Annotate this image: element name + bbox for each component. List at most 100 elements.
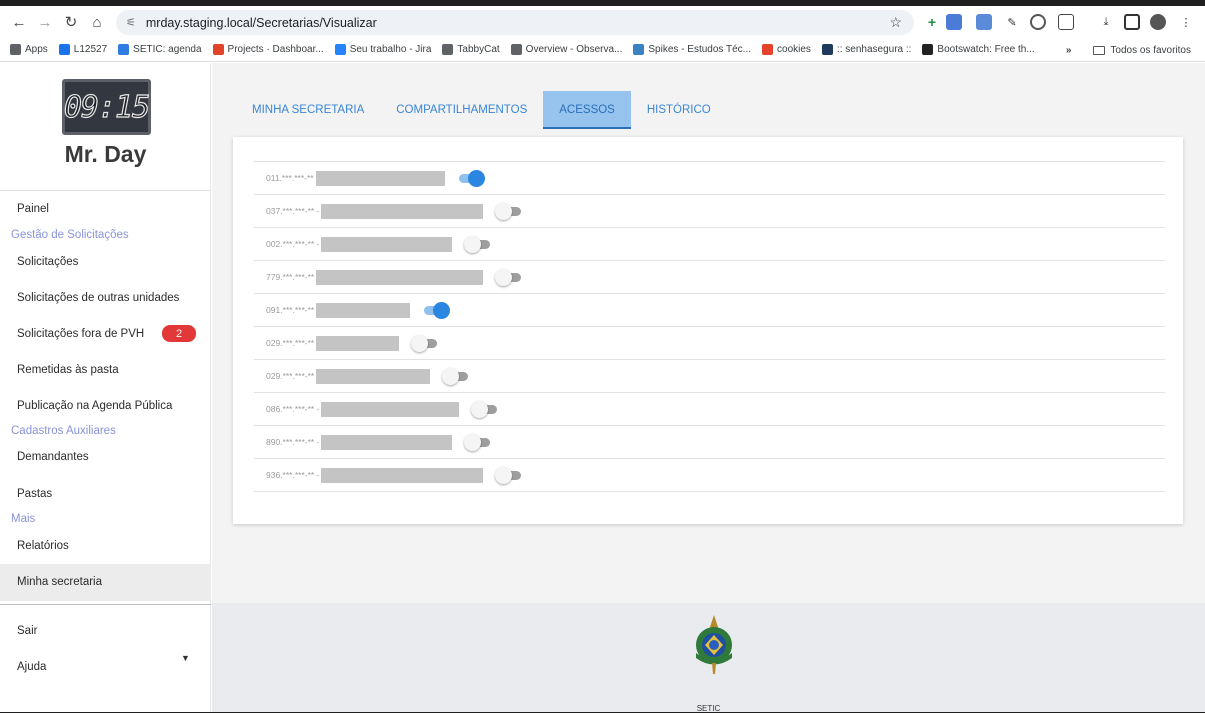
- redacted-name: [316, 335, 400, 351]
- bookmark-item[interactable]: Projects · Dashboar...: [212, 44, 324, 55]
- access-row: 011.***.***-**: [254, 162, 1165, 195]
- redacted-name: [316, 368, 431, 384]
- redacted-name: [321, 236, 453, 252]
- access-row: 029.***.***-**: [254, 327, 1165, 360]
- docs-extension-icon[interactable]: [976, 14, 992, 30]
- chevron-down-icon[interactable]: ▼: [181, 653, 190, 663]
- folder-icon: [1093, 46, 1106, 55]
- bookmark-item[interactable]: :: senhasegura ::: [821, 44, 912, 55]
- shield-extension-icon[interactable]: [1030, 14, 1046, 30]
- toggle-knob: [411, 334, 429, 352]
- access-toggle-switch[interactable]: [411, 334, 439, 352]
- access-card: 011.***.***-** 037.***.***-** - 002.***.**…: [233, 137, 1183, 524]
- main-content: MINHA SECRETARIA COMPARTILHAMENTOS ACESSOS…: [212, 63, 1205, 603]
- download-icon[interactable]: ⤓: [1098, 14, 1114, 30]
- tab-hist-rico[interactable]: HISTÓRICO: [631, 91, 727, 129]
- access-toggle-switch[interactable]: [495, 268, 523, 286]
- access-toggle-switch[interactable]: [457, 169, 485, 187]
- sidebar-item-solicitacoes-outras[interactable]: Solicitações de outras unidades: [17, 292, 179, 304]
- back-icon[interactable]: ←: [6, 9, 32, 35]
- sidebar-item-demandantes[interactable]: Demandantes: [17, 451, 89, 463]
- masked-cpf: 029.***.***-**: [266, 338, 315, 348]
- pen-extension-icon[interactable]: ✎: [1004, 14, 1020, 30]
- access-toggle-switch[interactable]: [442, 367, 470, 385]
- home-icon[interactable]: ⌂: [84, 9, 110, 35]
- site-info-icon[interactable]: ⚟: [126, 16, 136, 29]
- add-extension-icon[interactable]: +: [924, 14, 940, 30]
- masked-cpf: 890.***.***-** -: [266, 437, 320, 447]
- access-toggle-switch[interactable]: [464, 235, 492, 253]
- masked-cpf: 011.***.***-**: [266, 173, 314, 183]
- extensions-puzzle-icon[interactable]: [1058, 14, 1074, 30]
- access-row: 936.***.***-** -: [254, 459, 1165, 492]
- toggle-knob: [464, 235, 482, 253]
- translate-extension-icon[interactable]: [946, 14, 962, 30]
- forward-icon[interactable]: →: [32, 9, 58, 35]
- bookmarks-overflow-icon[interactable]: »: [1066, 45, 1072, 56]
- bookmark-favicon-icon: [633, 44, 645, 55]
- bookmarks-right: » Todos os favoritos: [1066, 45, 1191, 56]
- address-bar[interactable]: ⚟ mrday.staging.local/Secretarias/Visual…: [116, 10, 914, 35]
- bookmarks-bar: Apps L12527 SETIC: agenda Projects · Dashbo…: [0, 38, 1205, 62]
- bookmark-favicon-icon: [762, 44, 774, 55]
- url-text: mrday.staging.local/Secretarias/Visualiz…: [145, 15, 377, 30]
- all-bookmarks-link[interactable]: Todos os favoritos: [1110, 45, 1191, 56]
- reload-icon[interactable]: ↻: [58, 9, 84, 35]
- side-panel-icon[interactable]: [1124, 14, 1140, 30]
- bookmark-favicon-icon: [442, 44, 454, 55]
- sidebar-item-solicitacoes-fora[interactable]: Solicitações fora de PVH: [17, 328, 144, 340]
- access-row: 779.***.***-**: [254, 261, 1165, 294]
- redacted-name: [321, 203, 484, 219]
- bookmark-item[interactable]: Seu trabalho - Jira: [334, 44, 432, 55]
- bookmark-label: Bootswatch: Free th...: [937, 44, 1035, 55]
- bookmark-label: cookies: [777, 44, 811, 55]
- menu-kebab-icon[interactable]: ⋮: [1178, 14, 1194, 30]
- bookmark-item[interactable]: TabbyCat: [442, 44, 500, 55]
- access-toggle-switch[interactable]: [495, 202, 523, 220]
- toggle-knob: [495, 202, 513, 220]
- bookmark-item[interactable]: cookies: [762, 44, 811, 55]
- sidebar-item-sair[interactable]: Sair: [17, 625, 37, 637]
- sidebar-item-remetidas[interactable]: Remetidas às pasta: [17, 364, 119, 376]
- sidebar-item-ajuda[interactable]: Ajuda: [17, 661, 46, 673]
- bookmark-favicon-icon: [10, 44, 21, 55]
- profile-avatar-icon[interactable]: [1150, 14, 1166, 30]
- sidebar: 09:15 Mr. Day Painel Gestão de Solicitaç…: [0, 63, 211, 712]
- access-toggle-switch[interactable]: [471, 400, 499, 418]
- tab-minha-secretaria[interactable]: MINHA SECRETARIA: [236, 91, 380, 129]
- sidebar-item-solicitacoes[interactable]: Solicitações: [17, 256, 78, 268]
- sidebar-item-minha-secretaria[interactable]: Minha secretaria: [17, 576, 102, 588]
- bookmark-item[interactable]: Overview - Observa...: [510, 44, 622, 55]
- tab-compartilhamentos[interactable]: COMPARTILHAMENTOS: [380, 91, 543, 129]
- masked-cpf: 037.***.***-** -: [266, 206, 320, 216]
- tab-acessos[interactable]: ACESSOS: [543, 91, 631, 129]
- bookmark-item[interactable]: L12527: [58, 44, 107, 55]
- bookmark-label: :: senhasegura ::: [836, 44, 912, 55]
- bookmark-item[interactable]: Apps: [10, 44, 48, 55]
- bookmark-item[interactable]: Spikes - Estudos Téc...: [633, 44, 751, 55]
- access-toggle-switch[interactable]: [464, 433, 492, 451]
- bookmark-favicon-icon: [510, 44, 522, 55]
- sidebar-divider: [0, 604, 211, 605]
- bookmark-label: Seu trabalho - Jira: [349, 44, 432, 55]
- bookmark-item[interactable]: Bootswatch: Free th...: [922, 44, 1035, 55]
- bookmark-label: Projects · Dashboar...: [227, 44, 324, 55]
- access-toggle-switch[interactable]: [495, 466, 523, 484]
- access-row: 086.***.***-** -: [254, 393, 1165, 426]
- toggle-knob: [495, 466, 513, 484]
- bookmark-item[interactable]: SETIC: agenda: [118, 44, 202, 55]
- sidebar-item-publicacao[interactable]: Publicação na Agenda Pública: [17, 400, 172, 412]
- masked-cpf: 936.***.***-** -: [266, 470, 320, 480]
- access-toggle-switch[interactable]: [422, 301, 451, 319]
- browser-toolbar: ← → ↻ ⌂ ⚟ mrday.staging.local/Secretaria…: [0, 6, 1205, 38]
- redacted-name: [315, 170, 445, 186]
- sidebar-item-painel[interactable]: Painel: [17, 203, 49, 215]
- access-row: 002.***.***-** -: [254, 228, 1165, 261]
- logo-clock-icon[interactable]: 09:15: [62, 79, 151, 135]
- masked-cpf: 091.***.***-**: [266, 305, 315, 315]
- sidebar-item-pastas[interactable]: Pastas: [17, 488, 52, 500]
- sidebar-item-relatorios[interactable]: Relatórios: [17, 540, 69, 552]
- logo-clock-text: 09:15: [63, 89, 151, 125]
- bookmark-star-icon[interactable]: ☆: [889, 14, 902, 31]
- tab-bar: MINHA SECRETARIA COMPARTILHAMENTOS ACESSOS…: [236, 91, 727, 129]
